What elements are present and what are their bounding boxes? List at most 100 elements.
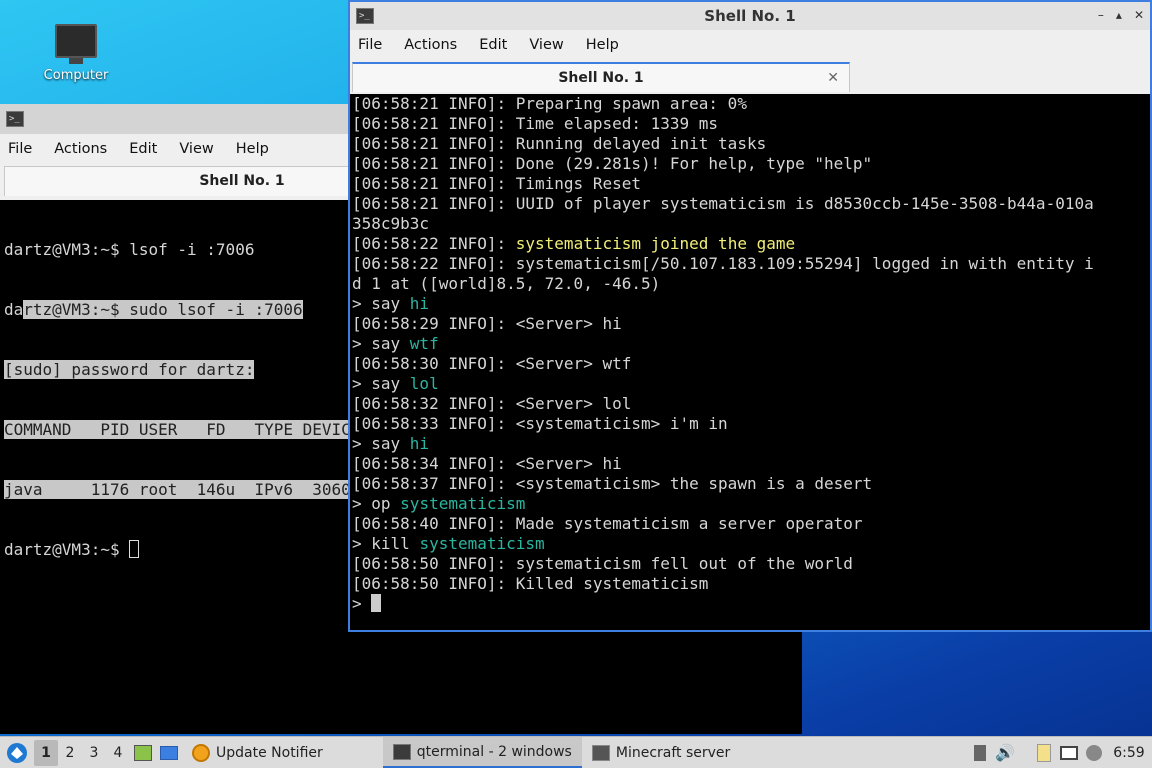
front-tab-label: Shell No. 1 <box>558 70 644 86</box>
terminal-line: [06:58:34 INFO]: <Server> hi <box>352 454 1150 474</box>
line-text: [06:58:21 INFO]: Running delayed init ta… <box>352 134 767 153</box>
computer-icon <box>55 24 97 64</box>
clock[interactable]: 6:59 <box>1106 737 1152 768</box>
tray-network[interactable] <box>1056 737 1082 768</box>
task-label: qterminal - 2 windows <box>416 743 572 760</box>
terminal-icon: >_ <box>356 8 374 24</box>
close-icon[interactable]: ✕ <box>1134 8 1144 22</box>
front-terminal-window[interactable]: >_ Shell No. 1 – ▴ ✕ File Actions Edit V… <box>348 0 1152 632</box>
terminal-line: > <box>352 594 1150 614</box>
desktop-2[interactable]: 2 <box>58 745 82 761</box>
terminal-cursor <box>129 540 140 558</box>
show-desktop-icon <box>160 745 178 760</box>
highlighted-text: lol <box>409 374 439 393</box>
menu-edit[interactable]: Edit <box>479 37 507 53</box>
highlighted-text: systematicism joined the game <box>515 234 796 253</box>
menu-file[interactable]: File <box>8 141 32 157</box>
line-text: [06:58:40 INFO]: Made systematicism a se… <box>352 514 863 533</box>
highlighted-text: wtf <box>409 334 439 353</box>
lxqt-logo-icon <box>7 742 27 763</box>
terminal-line: [06:58:22 INFO]: systematicism joined th… <box>352 234 1150 254</box>
front-window-tabbar: Shell No. 1 ✕ <box>350 60 1150 94</box>
desktop-3[interactable]: 3 <box>82 745 106 761</box>
tray-removable-media[interactable] <box>968 737 992 768</box>
start-menu-button[interactable] <box>0 737 34 768</box>
line-text: [06:58:37 INFO]: <systematicism> the spa… <box>352 474 873 493</box>
terminal-line: [06:58:40 INFO]: Made systematicism a se… <box>352 514 1150 534</box>
terminal-line: [06:58:50 INFO]: Killed systematicism <box>352 574 1150 594</box>
quicklaunch-file-manager[interactable] <box>130 737 156 768</box>
task-update-notifier[interactable]: Update Notifier <box>182 737 333 768</box>
task-minecraft-server[interactable]: Minecraft server <box>582 737 740 768</box>
selected-text: java 1176 root 146u IPv6 3060 <box>4 480 351 499</box>
line-text: > say <box>352 294 410 313</box>
desktop-icon-label: Computer <box>43 68 109 83</box>
terminal-line: [06:58:33 INFO]: <systematicism> i'm in <box>352 414 1150 434</box>
front-window-titlebar[interactable]: >_ Shell No. 1 – ▴ ✕ <box>350 2 1150 30</box>
quicklaunch-show-desktop[interactable] <box>156 737 182 768</box>
taskbar: 1 2 3 4 Update Notifier qterminal - 2 wi… <box>0 736 1152 768</box>
desktop-1[interactable]: 1 <box>34 739 58 766</box>
front-window-tab[interactable]: Shell No. 1 ✕ <box>352 62 850 92</box>
line-text: [06:58:34 INFO]: <Server> hi <box>352 454 622 473</box>
line-text: [06:58:21 INFO]: Preparing spawn area: 0… <box>352 94 747 113</box>
maximize-icon[interactable]: ▴ <box>1116 8 1122 22</box>
selected-text: rtz@VM3:~$ sudo lsof -i :7006 <box>23 300 303 319</box>
line-text: d 1 at ([world]8.5, 72.0, -46.5) <box>352 274 661 293</box>
task-qterminal[interactable]: qterminal - 2 windows <box>382 737 582 768</box>
window-controls: – ▴ ✕ <box>1098 8 1144 22</box>
front-window-menubar: File Actions Edit View Help <box>350 30 1150 60</box>
line-text: [06:58:30 INFO]: <Server> wtf <box>352 354 632 373</box>
line-text: > kill <box>352 534 420 553</box>
tray-volume[interactable]: 🔊 <box>992 737 1018 768</box>
front-terminal-output[interactable]: [06:58:21 INFO]: Preparing spawn area: 0… <box>350 94 1150 630</box>
selected-text: COMMAND PID USER FD TYPE DEVIC <box>4 420 351 439</box>
terminal-line: [06:58:22 INFO]: systematicism[/50.107.1… <box>352 254 1150 274</box>
terminal-line: [06:58:29 INFO]: <Server> hi <box>352 314 1150 334</box>
terminal-line: [06:58:37 INFO]: <systematicism> the spa… <box>352 474 1150 494</box>
line-text: > say <box>352 434 410 453</box>
tab-close-icon[interactable]: ✕ <box>827 64 839 92</box>
desktop-icon-computer[interactable]: Computer <box>36 20 116 83</box>
terminal-icon: >_ <box>6 111 24 127</box>
terminal-icon <box>392 743 411 760</box>
terminal-line: [06:58:21 INFO]: Time elapsed: 1339 ms <box>352 114 1150 134</box>
terminal-line: > say wtf <box>352 334 1150 354</box>
task-label: Minecraft server <box>615 744 731 761</box>
line-text: [06:58:32 INFO]: <Server> lol <box>352 394 632 413</box>
highlighted-text: hi <box>409 294 430 313</box>
menu-help[interactable]: Help <box>236 141 269 157</box>
terminal-line: 358c9b3c <box>352 214 1150 234</box>
menu-view[interactable]: View <box>529 37 563 53</box>
clipboard-icon <box>1037 743 1051 762</box>
terminal-line: [06:58:50 INFO]: systematicism fell out … <box>352 554 1150 574</box>
task-label: Update Notifier <box>216 744 323 761</box>
terminal-line: [06:58:21 INFO]: Preparing spawn area: 0… <box>352 94 1150 114</box>
menu-help[interactable]: Help <box>586 37 619 53</box>
terminal-line: > say hi <box>352 434 1150 454</box>
terminal-line: d 1 at ([world]8.5, 72.0, -46.5) <box>352 274 1150 294</box>
menu-file[interactable]: File <box>358 37 382 53</box>
terminal-line: [06:58:21 INFO]: UUID of player systemat… <box>352 194 1150 214</box>
line-text: > <box>352 594 372 613</box>
menu-view[interactable]: View <box>179 141 213 157</box>
menu-edit[interactable]: Edit <box>129 141 157 157</box>
terminal-icon <box>591 744 610 761</box>
line-text: [06:58:50 INFO]: systematicism fell out … <box>352 554 853 573</box>
desktop-4[interactable]: 4 <box>106 745 130 761</box>
back-tab-label: Shell No. 1 <box>199 173 285 189</box>
highlighted-text: systematicism <box>400 494 526 513</box>
line-text: [06:58:21 INFO]: Timings Reset <box>352 174 641 193</box>
tray-updates[interactable] <box>1082 737 1106 768</box>
tray-clipboard[interactable] <box>1032 737 1056 768</box>
line-text: [06:58:22 INFO]: <box>352 234 516 253</box>
line-text: [06:58:22 INFO]: systematicism[/50.107.1… <box>352 254 1094 273</box>
minimize-icon[interactable]: – <box>1098 8 1104 22</box>
line-text: [06:58:33 INFO]: <systematicism> i'm in <box>352 414 728 433</box>
line-text: > say <box>352 374 410 393</box>
menu-actions[interactable]: Actions <box>404 37 457 53</box>
line-text: > op <box>352 494 401 513</box>
prompt-text: dartz@VM3:~$ <box>4 540 130 559</box>
terminal-line: [06:58:21 INFO]: Done (29.281s)! For hel… <box>352 154 1150 174</box>
menu-actions[interactable]: Actions <box>54 141 107 157</box>
